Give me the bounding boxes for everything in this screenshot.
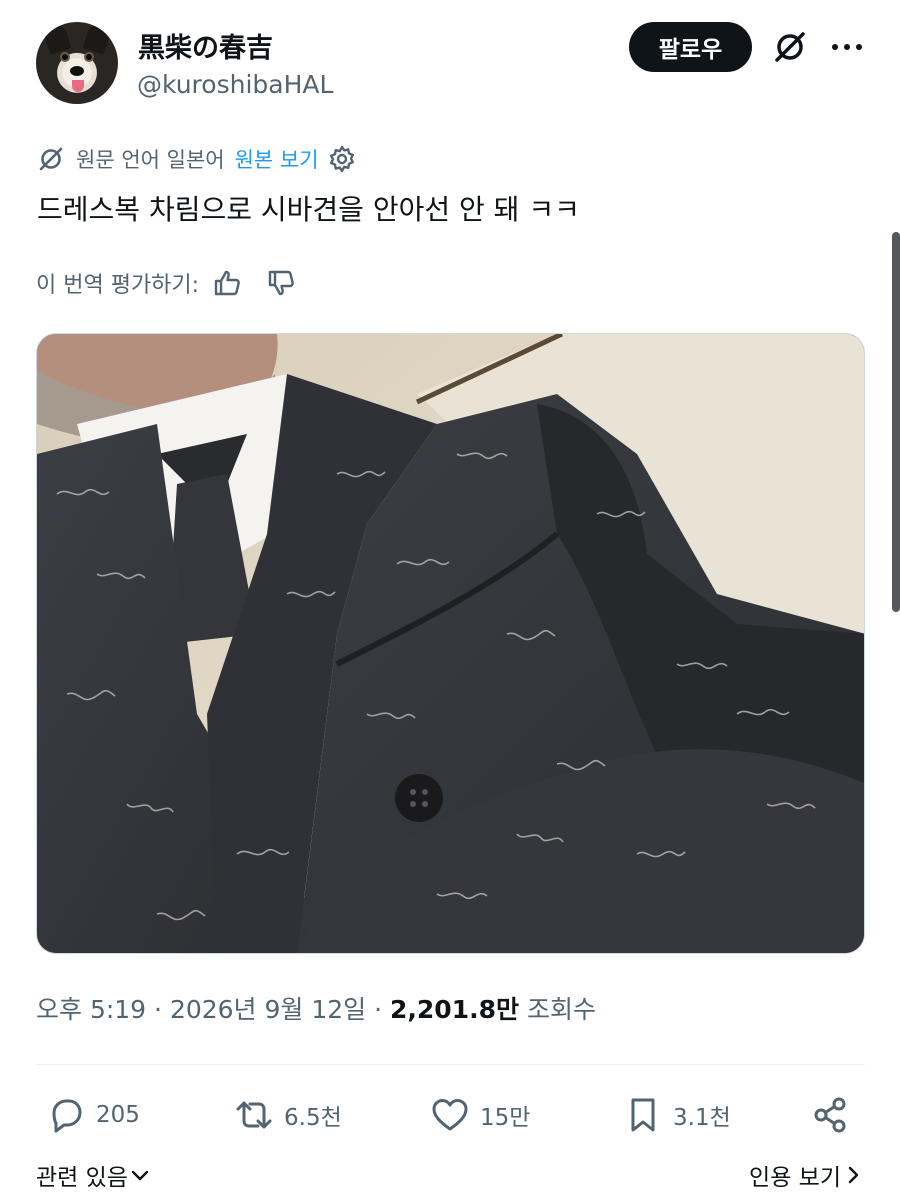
view-original-link[interactable]: 원본 보기 [235, 144, 319, 174]
scrollbar[interactable] [892, 232, 900, 612]
reply-button[interactable]: 205 [44, 1085, 140, 1145]
translate-small-icon [39, 147, 63, 171]
translation-rating: 이 번역 평가하기: [36, 264, 299, 302]
bookmark-icon [621, 1093, 665, 1137]
thumbs-up-icon[interactable] [209, 265, 245, 301]
tweet-header: 黒柴の春吉 @kuroshibaHAL 팔로우 [0, 0, 900, 120]
gear-icon[interactable] [327, 144, 357, 174]
tweet-footer: 관련 있음 인용 보기 [36, 1158, 865, 1198]
quotes-label: 인용 보기 [749, 1165, 841, 1191]
action-bar: 205 6.5천 15만 3.1천 [36, 1085, 865, 1145]
chevron-down-icon [131, 1170, 149, 1181]
tweet-text: 드레스복 차림으로 시바견을 안아선 안 돼 ㅋㅋ [37, 193, 580, 226]
more-icon[interactable] [822, 26, 872, 68]
source-language-text: 원문 언어 일본어 [76, 148, 225, 172]
tweet-time[interactable]: 오후 5:19 [36, 995, 146, 1024]
share-icon [808, 1093, 852, 1137]
meta-separator: · [366, 995, 391, 1024]
like-button[interactable]: 15만 [428, 1085, 530, 1145]
related-label: 관련 있음 [36, 1165, 128, 1191]
author-handle[interactable]: @kuroshibaHAL [137, 70, 333, 99]
tweet-meta: 오후 5:19 · 2026년 9월 12일 · 2,201.8만 조회수 [36, 990, 596, 1026]
follow-button[interactable]: 팔로우 [629, 22, 752, 72]
avatar-eye-right [84, 52, 94, 62]
translate-icon[interactable] [768, 26, 812, 68]
avatar-tongue [72, 80, 84, 92]
views-count: 2,201.8만 [390, 995, 519, 1024]
thumbs-down-icon[interactable] [263, 265, 299, 301]
tweet-photo[interactable] [36, 333, 865, 954]
divider [36, 1064, 865, 1065]
translation-info: 원문 언어 일본어 원본 보기 [36, 142, 357, 176]
avatar-nose [70, 66, 84, 76]
reply-count: 205 [96, 1102, 140, 1128]
share-button[interactable] [808, 1085, 860, 1145]
author-avatar[interactable] [36, 22, 118, 104]
heart-icon [428, 1093, 472, 1137]
avatar-ear-right [82, 23, 112, 55]
repost-icon [232, 1093, 276, 1137]
bookmark-count: 3.1천 [673, 1105, 731, 1131]
chevron-right-icon [848, 1166, 859, 1184]
tweet-date[interactable]: 2026년 9월 12일 [170, 995, 366, 1024]
rating-prompt: 이 번역 평가하기: [36, 273, 200, 298]
view-quotes-link[interactable]: 인용 보기 [749, 1158, 865, 1192]
reply-icon [44, 1093, 88, 1137]
meta-separator: · [146, 995, 170, 1024]
like-count: 15만 [480, 1105, 531, 1131]
repost-count: 6.5천 [284, 1105, 342, 1131]
avatar-eye-left [60, 52, 70, 62]
avatar-ear-left [42, 23, 72, 55]
repost-button[interactable]: 6.5천 [232, 1085, 342, 1145]
views-label: 조회수 [519, 995, 596, 1024]
bookmark-button[interactable]: 3.1천 [621, 1085, 731, 1145]
author-display-name[interactable]: 黒柴の春吉 [138, 26, 273, 65]
related-toggle[interactable]: 관련 있음 [36, 1158, 152, 1192]
